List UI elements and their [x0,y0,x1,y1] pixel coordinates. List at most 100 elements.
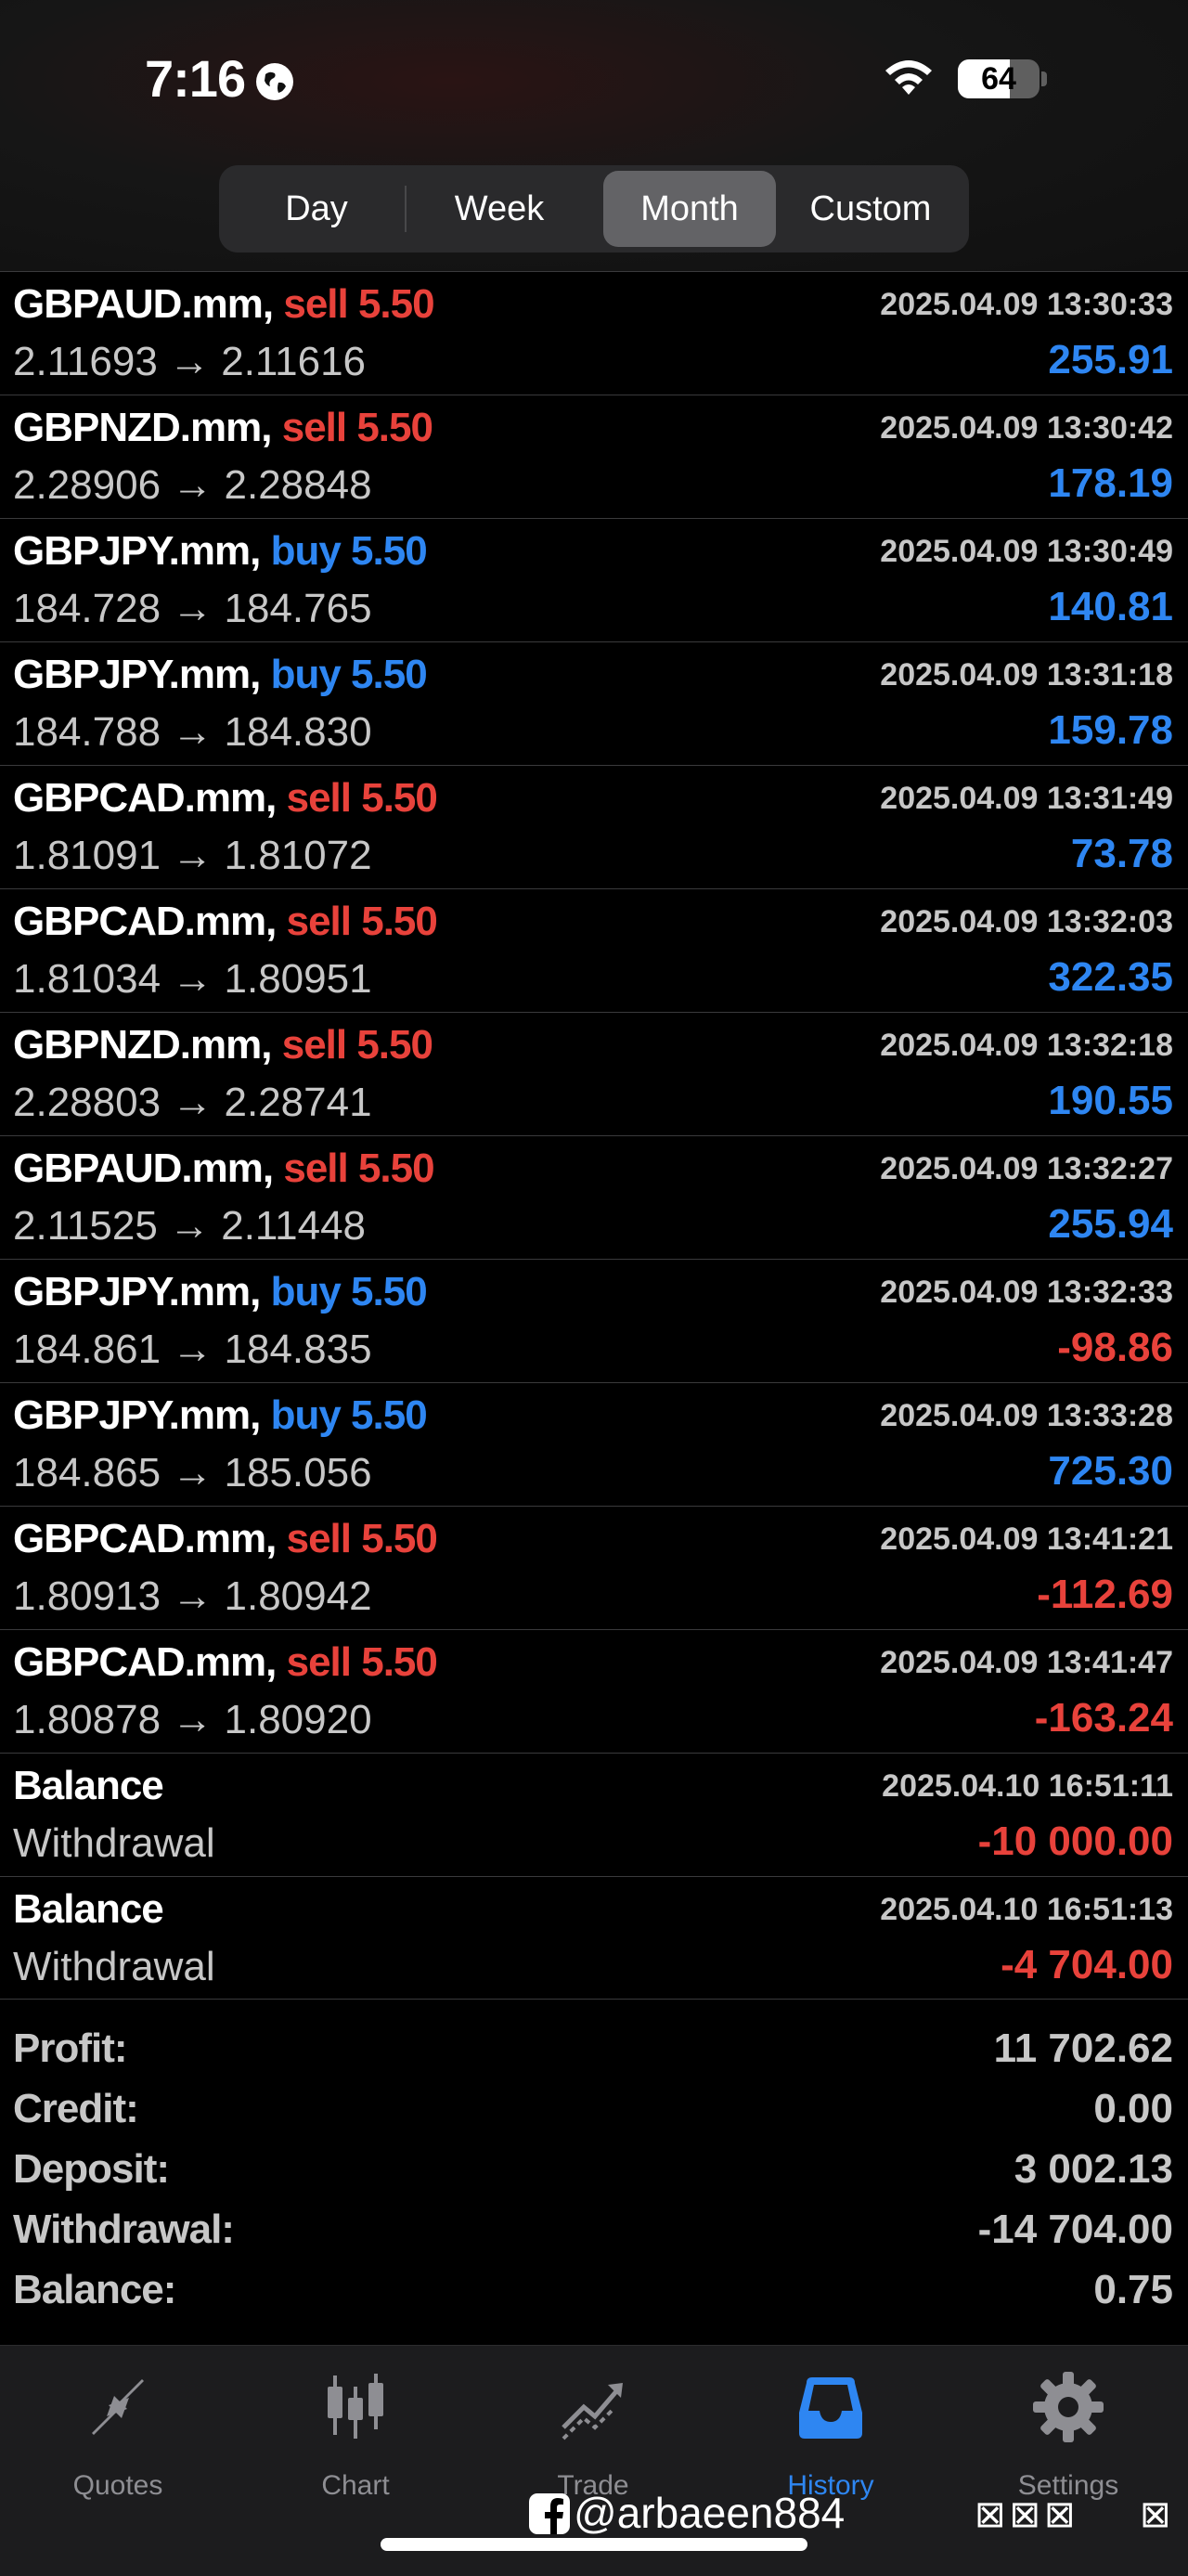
balance-type: Withdrawal [13,1820,215,1866]
chart-icon [328,2374,383,2439]
trade-row[interactable]: GBPCAD.mm, sell 5.50 1.80913 → 1.80942 202… [0,1506,1188,1629]
summary-value: 0.00 [1093,2086,1173,2131]
trade-icon [562,2383,623,2440]
trade-side-volume: sell 5.50 [281,405,433,450]
trade-profit: 140.81 [1048,584,1173,629]
balance-title: Balance [13,1763,164,1808]
summary-row: Profit: 11 702.62 [0,2016,1188,2077]
balance-row[interactable]: Balance Withdrawal 2025.04.10 16:51:13 -4 7… [0,1876,1188,2000]
trade-symbol: GBPNZD.mm, [13,405,272,450]
trade-title: GBPJPY.mm, buy 5.50 [13,1392,428,1439]
tab-trade[interactable]: Trade [500,2361,686,2501]
balance-title: Balance [13,1886,164,1932]
trade-side-volume: buy 5.50 [270,528,428,574]
trade-profit: 255.94 [1048,1201,1173,1247]
watermark-glyph: ⊠ [1140,2494,1171,2535]
trade-title: GBPJPY.mm, buy 5.50 [13,528,428,575]
trade-prices: 2.11525 → 2.11448 [13,1203,367,1249]
trade-side-volume: sell 5.50 [286,1639,438,1685]
trade-title: GBPJPY.mm, buy 5.50 [13,1269,428,1315]
trade-title: GBPCAD.mm, sell 5.50 [13,775,438,822]
tab-week[interactable]: Week [407,171,591,247]
trade-symbol: GBPAUD.mm, [13,1146,274,1191]
trade-symbol: GBPJPY.mm, [13,652,261,697]
trade-symbol: GBPJPY.mm, [13,528,261,574]
summary-section: Profit: 11 702.62 Credit: 0.00 Deposit: 3 002… [0,2016,1188,2318]
trade-row[interactable]: GBPCAD.mm, sell 5.50 1.81034 → 1.80951 202… [0,888,1188,1012]
facebook-icon [529,2493,570,2534]
trade-side-volume: sell 5.50 [286,899,438,944]
trade-profit: 322.35 [1048,954,1173,1000]
trade-title: GBPJPY.mm, buy 5.50 [13,652,428,698]
trade-side-volume: buy 5.50 [270,652,428,697]
tab-day[interactable]: Day [228,171,405,247]
trade-prices: 2.11693 → 2.11616 [13,339,367,384]
summary-value: -14 704.00 [977,2207,1173,2252]
summary-row: Balance: 0.75 [0,2258,1188,2318]
battery-percent: 64 [981,61,1016,97]
trade-time: 2025.04.09 13:41:47 [880,1645,1173,1680]
trade-row[interactable]: GBPCAD.mm, sell 5.50 1.80878 → 1.80920 202… [0,1629,1188,1753]
quotes-icon [92,2379,144,2435]
trade-row[interactable]: GBPJPY.mm, buy 5.50 184.728 → 184.765 2025… [0,518,1188,641]
home-indicator[interactable] [381,2538,807,2551]
trade-time: 2025.04.09 13:32:03 [880,904,1173,939]
globe-icon [256,63,293,100]
tab-month[interactable]: Month [603,171,776,247]
trade-symbol: GBPCAD.mm, [13,1639,277,1685]
trade-row[interactable]: GBPCAD.mm, sell 5.50 1.81091 → 1.81072 202… [0,765,1188,888]
trade-row[interactable]: GBPNZD.mm, sell 5.50 2.28906 → 2.28848 202… [0,395,1188,518]
trade-prices: 184.728 → 184.765 [13,586,372,631]
trade-symbol: GBPAUD.mm, [13,281,274,327]
settings-icon [1033,2372,1104,2442]
trade-side-volume: buy 5.50 [270,1392,428,1438]
trade-time: 2025.04.09 13:41:21 [880,1521,1173,1557]
trade-prices: 1.81034 → 1.80951 [13,956,372,1002]
trade-time: 2025.04.09 13:32:33 [880,1275,1173,1310]
tab-history[interactable]: History [738,2361,923,2501]
trade-title: GBPAUD.mm, sell 5.50 [13,281,435,328]
trade-prices: 1.81091 → 1.81072 [13,833,372,878]
tab-label: Chart [321,2470,390,2501]
trade-row[interactable]: GBPAUD.mm, sell 5.50 2.11693 → 2.11616 202… [0,271,1188,395]
trade-prices: 2.28803 → 2.28741 [13,1080,372,1125]
status-time: 7:16 [145,49,246,108]
trade-symbol: GBPNZD.mm, [13,1022,272,1068]
summary-value: 11 702.62 [993,2026,1173,2071]
tab-quotes[interactable]: Quotes [25,2361,211,2501]
balance-row[interactable]: Balance Withdrawal 2025.04.10 16:51:11 -10 … [0,1753,1188,1876]
trade-symbol: GBPJPY.mm, [13,1269,261,1314]
trade-time: 2025.04.09 13:30:33 [880,287,1173,322]
balance-amount: -10 000.00 [977,1819,1173,1864]
tab-chart[interactable]: Chart [263,2361,448,2501]
history-list: GBPAUD.mm, sell 5.50 2.11693 → 2.11616 202… [0,271,1188,2000]
trade-row[interactable]: GBPJPY.mm, buy 5.50 184.861 → 184.835 2025… [0,1259,1188,1382]
trade-profit: 73.78 [1070,831,1173,876]
summary-label: Credit: [13,2086,139,2131]
summary-row: Credit: 0.00 [0,2077,1188,2137]
watermark-handle: @arbaeen884 [574,2489,846,2537]
trade-prices: 2.28906 → 2.28848 [13,462,372,508]
trade-symbol: GBPCAD.mm, [13,775,277,821]
trade-row[interactable]: GBPNZD.mm, sell 5.50 2.28803 → 2.28741 202… [0,1012,1188,1135]
tab-custom[interactable]: Custom [780,171,962,247]
tab-settings[interactable]: Settings [975,2361,1161,2501]
summary-value: 3 002.13 [1014,2146,1173,2192]
trade-profit: -98.86 [1057,1325,1173,1370]
summary-row: Deposit: 3 002.13 [0,2137,1188,2197]
trade-row[interactable]: GBPJPY.mm, buy 5.50 184.865 → 185.056 2025… [0,1382,1188,1506]
tab-label: Quotes [72,2470,163,2501]
trade-prices: 184.861 → 184.835 [13,1327,372,1372]
trade-row[interactable]: GBPJPY.mm, buy 5.50 184.788 → 184.830 2025… [0,641,1188,765]
battery-nub [1041,71,1047,86]
trade-symbol: GBPCAD.mm, [13,899,277,944]
trade-profit: 178.19 [1048,460,1173,506]
balance-type: Withdrawal [13,1944,215,1989]
trade-row[interactable]: GBPAUD.mm, sell 5.50 2.11525 → 2.11448 202… [0,1135,1188,1259]
trade-profit: 190.55 [1048,1078,1173,1123]
summary-row: Withdrawal: -14 704.00 [0,2197,1188,2258]
trade-time: 2025.04.09 13:32:18 [880,1028,1173,1063]
period-segmented-control: Day Week Month Custom [219,165,969,252]
trade-time: 2025.04.09 13:31:18 [880,657,1173,693]
summary-label: Withdrawal: [13,2207,235,2252]
